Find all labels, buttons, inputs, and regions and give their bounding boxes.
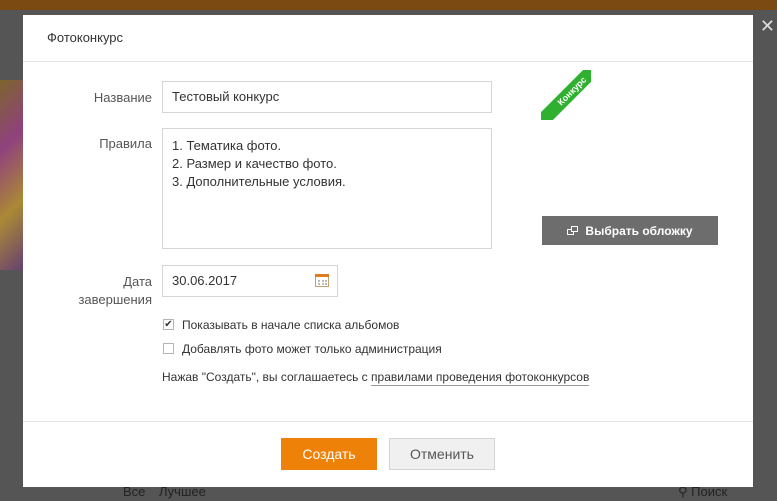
name-label: Название bbox=[93, 90, 152, 105]
contest-ribbon: Конкурс bbox=[541, 70, 591, 120]
dialog-header: Фотоконкурс bbox=[23, 15, 753, 62]
show-first-label[interactable]: Показывать в начале списка альбомов bbox=[182, 318, 399, 332]
admin-only-label[interactable]: Добавлять фото может только администраци… bbox=[182, 342, 442, 356]
rules-line: 3. Дополнительные условия. bbox=[172, 174, 346, 189]
create-button[interactable]: Создать bbox=[281, 438, 377, 470]
rules-line: 1. Тематика фото. bbox=[172, 138, 282, 153]
show-first-checkbox[interactable]: ✔ bbox=[163, 319, 174, 330]
agreement-text: Нажав "Создать", вы соглашаетесь с прави… bbox=[162, 370, 590, 386]
rules-line: 2. Размер и качество фото. bbox=[172, 156, 337, 171]
rules-label: Правила bbox=[99, 136, 152, 151]
end-date-value: 30.06.2017 bbox=[172, 273, 238, 288]
calendar-icon[interactable] bbox=[315, 274, 329, 287]
contest-ribbon-label: Конкурс bbox=[541, 70, 591, 120]
close-icon[interactable]: ✕ bbox=[760, 16, 775, 37]
end-date-input[interactable]: 30.06.2017 bbox=[162, 265, 338, 297]
background-top-bar bbox=[0, 0, 777, 10]
rules-textarea[interactable]: 1. Тематика фото. 2. Размер и качество ф… bbox=[162, 128, 492, 249]
admin-only-checkbox[interactable] bbox=[163, 343, 174, 354]
name-input[interactable]: Тестовый конкурс bbox=[162, 81, 492, 113]
dialog-title: Фотоконкурс bbox=[47, 30, 124, 45]
background-filter-bar: Все Лучшее ⚲ Поиск bbox=[23, 484, 753, 501]
photo-contest-dialog: Фотоконкурс Название Тестовый конкурс Пр… bbox=[23, 15, 753, 487]
choose-cover-button[interactable]: Выбрать обложку bbox=[542, 216, 718, 245]
cancel-button[interactable]: Отменить bbox=[389, 438, 495, 470]
choose-cover-label: Выбрать обложку bbox=[585, 223, 693, 238]
contest-rules-link[interactable]: правилами проведения фотоконкурсов bbox=[371, 370, 590, 386]
dialog-footer bbox=[23, 421, 753, 488]
pictures-icon bbox=[567, 225, 579, 236]
end-date-label: Дата завершения bbox=[78, 274, 152, 307]
background-photo bbox=[0, 80, 23, 270]
